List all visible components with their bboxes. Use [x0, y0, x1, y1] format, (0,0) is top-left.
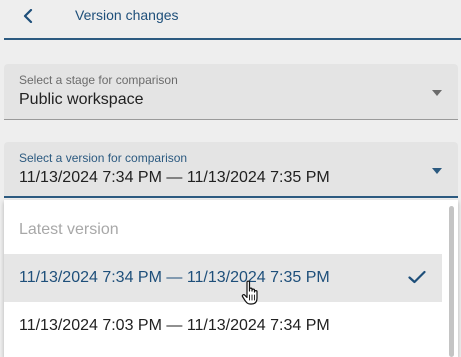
header: Version changes: [0, 0, 461, 40]
hand-pointer-cursor-icon: [241, 280, 258, 305]
option-label: Latest version: [19, 221, 119, 238]
page-title: Version changes: [75, 7, 179, 23]
back-button[interactable]: [14, 4, 42, 28]
dropdown-option[interactable]: 11/13/2024 7:03 PM — 11/13/2024 7:34 PM: [4, 302, 442, 350]
version-select[interactable]: Select a version for comparison 11/13/20…: [4, 142, 458, 198]
stage-select-value: Public workspace: [19, 91, 144, 108]
version-select-label: Select a version for comparison: [19, 151, 188, 165]
option-label: 11/13/2024 7:34 PM — 11/13/2024 7:35 PM: [19, 269, 330, 286]
caret-down-icon: [432, 90, 442, 96]
version-select-value: 11/13/2024 7:34 PM — 11/13/2024 7:35 PM: [19, 169, 330, 186]
header-divider: [4, 38, 461, 40]
caret-down-icon: [432, 168, 442, 174]
dropdown-option-latest-version: Latest version: [4, 206, 442, 254]
option-label: 11/13/2024 7:03 PM — 11/13/2024 7:34 PM: [19, 317, 330, 334]
dropdown-scrollbar[interactable]: [449, 206, 454, 357]
check-icon: [408, 270, 426, 284]
stage-select[interactable]: Select a stage for comparison Public wor…: [4, 64, 458, 120]
dropdown-option-selected[interactable]: 11/13/2024 7:34 PM — 11/13/2024 7:35 PM: [4, 254, 442, 302]
version-dropdown-menu: Latest version 11/13/2024 7:34 PM — 11/1…: [4, 200, 458, 357]
stage-select-label: Select a stage for comparison: [19, 73, 178, 87]
chevron-left-icon: [23, 9, 33, 23]
version-changes-panel: Version changes Select a stage for compa…: [0, 0, 461, 357]
